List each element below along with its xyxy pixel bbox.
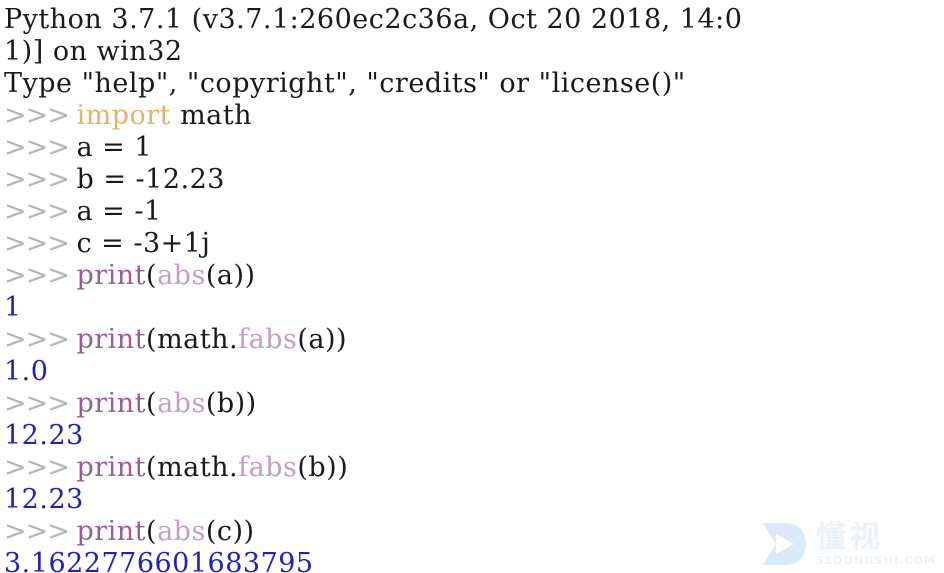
keyword-import: import — [76, 100, 171, 131]
output-value: 1.0 — [4, 356, 49, 387]
banner-line-version: Python 3.7.1 (v3.7.1:260ec2c36a, Oct 20 … — [4, 4, 804, 36]
paren-open: ( — [146, 324, 158, 355]
builtin-fabs: fabs — [238, 324, 298, 355]
paren-open: ( — [146, 516, 158, 547]
call-args: (c)) — [205, 516, 255, 547]
statement-text: a = -1 — [76, 196, 162, 227]
output-value: 12.23 — [4, 484, 84, 515]
banner-line-platform: 1)] on win32 — [4, 36, 944, 68]
prompt-symbol: >>> — [4, 260, 77, 291]
function-print: print — [76, 452, 147, 483]
python-console[interactable]: Python 3.7.1 (v3.7.1:260ec2c36a, Oct 20 … — [0, 0, 944, 573]
console-line-print-fabs-b[interactable]: >>> print(math.fabs(b)) — [4, 452, 944, 484]
prompt-symbol: >>> — [4, 100, 77, 131]
paren-open: ( — [146, 260, 158, 291]
call-args: (b)) — [297, 452, 349, 483]
console-line-print-abs-c[interactable]: >>> print(abs(c)) — [4, 516, 944, 548]
console-output-line: 1 — [4, 292, 944, 324]
prompt-symbol: >>> — [4, 196, 77, 227]
banner-help-text: Type "help", "copyright", "credits" or "… — [4, 68, 686, 99]
prompt-symbol: >>> — [4, 516, 77, 547]
console-line-assign-a-neg1[interactable]: >>> a = -1 — [4, 196, 944, 228]
banner-line-help: Type "help", "copyright", "credits" or "… — [4, 68, 804, 100]
prompt-symbol: >>> — [4, 164, 77, 195]
function-print: print — [76, 260, 147, 291]
function-print: print — [76, 388, 147, 419]
paren-open: ( — [146, 388, 158, 419]
statement-text: b = -12.23 — [76, 164, 225, 195]
console-line-print-abs-a[interactable]: >>> print(abs(a)) — [4, 260, 944, 292]
statement-text: a = 1 — [76, 132, 153, 163]
output-value: 1 — [4, 292, 22, 323]
banner-platform-text: 1)] on win32 — [4, 36, 183, 67]
module-prefix-math: math. — [157, 452, 239, 483]
statement-text: c = -3+1j — [76, 228, 211, 259]
console-line-assign-b[interactable]: >>> b = -12.23 — [4, 164, 944, 196]
banner-version-text: Python 3.7.1 (v3.7.1:260ec2c36a, Oct 20 … — [4, 4, 743, 35]
output-value: 3.1622776601683795 — [4, 548, 314, 573]
output-value: 12.23 — [4, 420, 84, 451]
console-output-line: 12.23 — [4, 420, 944, 452]
builtin-abs: abs — [157, 260, 206, 291]
module-prefix-math: math. — [157, 324, 239, 355]
function-print: print — [76, 516, 147, 547]
prompt-symbol: >>> — [4, 452, 77, 483]
prompt-symbol: >>> — [4, 132, 77, 163]
console-output-line: 1.0 — [4, 356, 944, 388]
console-line-print-abs-b[interactable]: >>> print(abs(b)) — [4, 388, 944, 420]
console-line-import[interactable]: >>> import math — [4, 100, 944, 132]
prompt-symbol: >>> — [4, 388, 77, 419]
call-args: (b)) — [205, 388, 257, 419]
builtin-fabs: fabs — [238, 452, 298, 483]
console-line-assign-c[interactable]: >>> c = -3+1j — [4, 228, 944, 260]
function-print: print — [76, 324, 147, 355]
console-output-line: 12.23 — [4, 484, 944, 516]
console-line-print-fabs-a[interactable]: >>> print(math.fabs(a)) — [4, 324, 944, 356]
module-name-math: math — [171, 100, 253, 131]
builtin-abs: abs — [157, 388, 206, 419]
paren-open: ( — [146, 452, 158, 483]
prompt-symbol: >>> — [4, 228, 77, 259]
console-line-assign-a-1[interactable]: >>> a = 1 — [4, 132, 944, 164]
call-args: (a)) — [297, 324, 348, 355]
call-args: (a)) — [205, 260, 256, 291]
prompt-symbol: >>> — [4, 324, 77, 355]
console-output-line: 3.1622776601683795 — [4, 548, 944, 573]
builtin-abs: abs — [157, 516, 206, 547]
